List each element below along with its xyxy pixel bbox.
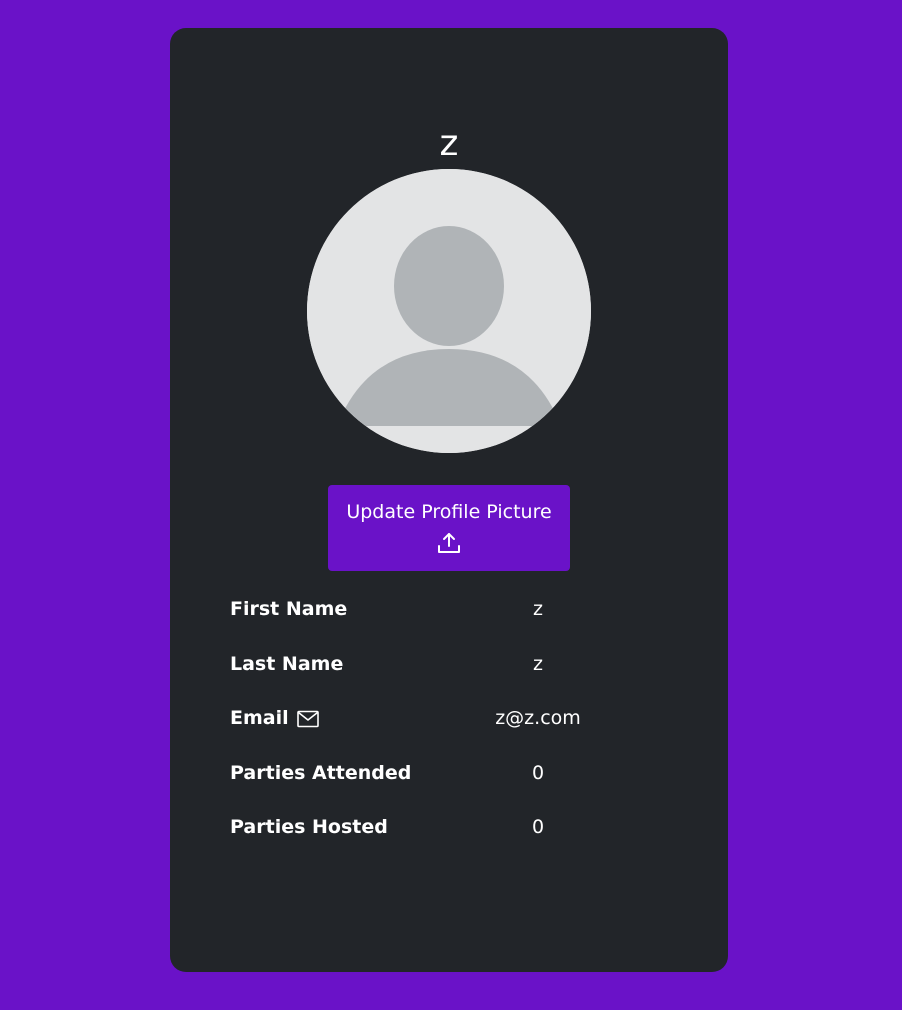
field-label-email: Email [230,707,289,729]
field-row-first-name: First Name z [230,590,670,645]
field-value-last-name: z [533,652,543,675]
avatar [307,169,591,453]
field-value-parties-attended: 0 [531,761,545,784]
field-row-email: Email z@z.com [230,699,670,754]
field-row-last-name: Last Name z [230,645,670,700]
upload-icon [437,531,461,555]
field-label-last-name: Last Name [230,652,344,675]
default-user-avatar-icon [307,169,591,453]
field-value-first-name: z [533,598,543,620]
profile-username: z [439,123,459,164]
profile-info-table: First Name z Last Name z Email z@z.com P… [230,590,670,863]
update-profile-picture-button[interactable]: Update Profile Picture [328,485,570,571]
field-value-parties-hosted: 0 [531,816,545,838]
field-label-parties-attended: Parties Attended [230,761,412,784]
field-label-first-name: First Name [230,598,348,620]
field-label-parties-hosted: Parties Hosted [230,816,388,838]
field-row-parties-attended: Parties Attended 0 [230,754,670,809]
field-label-email-wrap: Email [230,705,319,731]
profile-card: z Update Profile Picture First Name z La… [170,28,728,972]
field-value-email: z@z.com [495,707,581,729]
envelope-icon [296,709,319,728]
field-row-parties-hosted: Parties Hosted 0 [230,808,670,863]
update-profile-picture-label: Update Profile Picture [346,501,552,523]
